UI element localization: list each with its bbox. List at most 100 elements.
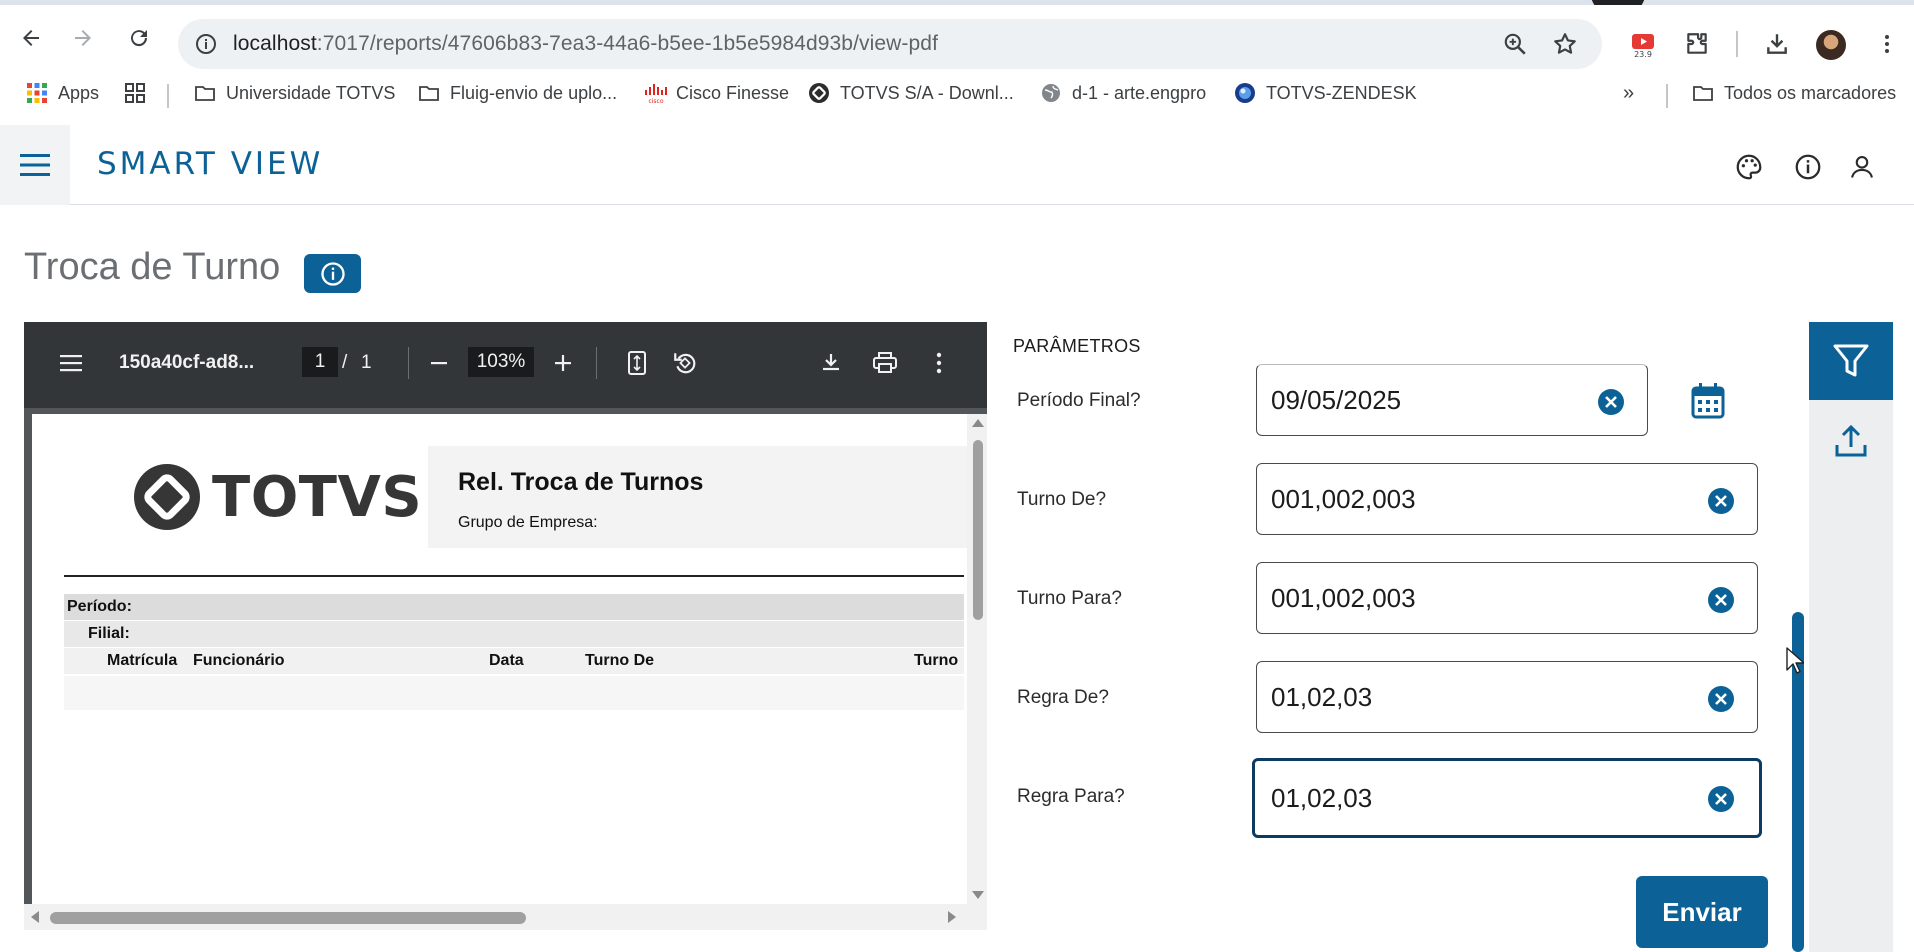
bookmark-universidade[interactable]: Universidade TOTVS xyxy=(194,82,395,104)
periodo-final-field[interactable]: 09/05/2025 xyxy=(1256,364,1648,436)
report-subtitle: Grupo de Empresa: xyxy=(458,514,598,531)
bookmark-apps[interactable]: Apps xyxy=(26,82,99,104)
browser-toolbar: localhost:7017/reports/47606b83-7ea3-44a… xyxy=(0,5,1914,73)
reload-icon[interactable] xyxy=(124,23,154,53)
clear-icon[interactable] xyxy=(1597,388,1625,416)
turno-para-label: Turno Para? xyxy=(1017,588,1122,609)
apps-grid-icon xyxy=(26,82,48,104)
calendar-icon[interactable] xyxy=(1690,382,1726,420)
profile-avatar[interactable] xyxy=(1816,30,1846,60)
tab-groups-icon xyxy=(124,82,146,104)
user-profile-icon[interactable] xyxy=(1846,151,1878,183)
bookmark-label: Universidade TOTVS xyxy=(226,82,396,103)
regra-de-label: Regra De? xyxy=(1017,687,1109,708)
action-rail xyxy=(1809,322,1893,952)
regra-de-field[interactable]: 01,02,03 xyxy=(1256,661,1758,733)
clear-icon[interactable] xyxy=(1707,685,1735,713)
turno-para-field[interactable]: 001,002,003 xyxy=(1256,562,1758,634)
pdf-toolbar-divider xyxy=(596,347,597,379)
bookmark-star-icon[interactable] xyxy=(1552,31,1578,57)
submit-button[interactable]: Enviar xyxy=(1636,876,1768,948)
upload-icon xyxy=(1835,424,1867,457)
url-host: localhost xyxy=(233,32,317,55)
site-info-icon[interactable] xyxy=(194,32,218,56)
clear-icon[interactable] xyxy=(1707,785,1735,813)
pdf-more-icon[interactable] xyxy=(926,350,952,376)
bookmark-label: TOTVS-ZENDESK xyxy=(1266,82,1417,103)
url-text[interactable]: localhost:7017/reports/47606b83-7ea3-44a… xyxy=(233,32,938,56)
report-info-button[interactable] xyxy=(304,254,361,293)
app-brand: SMART VIEW xyxy=(97,146,324,182)
totvs-logo-icon xyxy=(134,464,200,530)
folder-icon xyxy=(1692,82,1714,104)
bookmark-label: d-1 - arte.engpro xyxy=(1072,82,1207,103)
bookmark-fluig[interactable]: Fluig-envio de uplo... xyxy=(418,82,617,104)
hamburger-icon xyxy=(20,154,50,176)
extension-recorder-icon[interactable]: 23.9 xyxy=(1628,29,1658,59)
scroll-left-arrow-icon[interactable] xyxy=(30,910,40,924)
turno-de-label: Turno De? xyxy=(1017,489,1107,510)
forward-icon[interactable] xyxy=(68,23,98,53)
pdf-vertical-scrollbar[interactable] xyxy=(967,414,987,904)
periodo-label: Período: xyxy=(67,598,132,615)
about-info-icon[interactable] xyxy=(1792,151,1824,183)
regra-para-field[interactable]: 01,02,03 xyxy=(1252,758,1762,838)
pdf-menu-icon[interactable] xyxy=(58,350,84,376)
bookmark-cisco[interactable]: cisco Cisco Finesse xyxy=(644,82,790,105)
folder-icon xyxy=(418,82,440,104)
pdf-file-name: 150a40cf-ad8... xyxy=(119,352,255,373)
column-header: Turno xyxy=(914,652,959,669)
bookmark-label: Apps xyxy=(58,82,100,103)
column-header: Matrícula xyxy=(107,652,178,669)
export-button[interactable] xyxy=(1809,406,1893,476)
downloads-icon[interactable] xyxy=(1762,29,1792,59)
scroll-right-arrow-icon[interactable] xyxy=(947,910,957,924)
pdf-horizontal-scrollbar[interactable] xyxy=(24,904,987,930)
browser-menu-icon[interactable] xyxy=(1872,29,1902,59)
menu-toggle-button[interactable] xyxy=(0,125,70,205)
pdf-print-icon[interactable] xyxy=(872,350,898,376)
periodo-final-label: Período Final? xyxy=(1017,390,1141,411)
pdf-page: TOTVS Rel. Troca de Turnos Grupo de Empr… xyxy=(32,414,987,904)
column-header: Data xyxy=(489,652,524,669)
zoom-icon[interactable] xyxy=(1502,31,1528,57)
empty-data-row xyxy=(64,676,964,710)
zoom-out-icon[interactable] xyxy=(426,350,452,376)
bookmark-d1[interactable]: d-1 - arte.engpro xyxy=(1040,82,1206,104)
back-icon[interactable] xyxy=(16,23,46,53)
scroll-down-arrow-icon[interactable] xyxy=(971,890,985,900)
bookmark-zendesk[interactable]: TOTVS-ZENDESK xyxy=(1234,82,1417,104)
zendesk-icon xyxy=(1234,82,1256,104)
address-bar[interactable]: localhost:7017/reports/47606b83-7ea3-44a… xyxy=(178,19,1602,69)
mouse-cursor-icon xyxy=(1786,647,1804,674)
clear-icon[interactable] xyxy=(1707,487,1735,515)
filial-row: Filial: xyxy=(64,621,964,647)
bookmarks-overflow-button[interactable]: » xyxy=(1623,82,1634,105)
bookmark-label: Cisco Finesse xyxy=(676,82,790,103)
pdf-document-area[interactable]: TOTVS Rel. Troca de Turnos Grupo de Empr… xyxy=(24,408,987,930)
clear-icon[interactable] xyxy=(1707,586,1735,614)
pdf-toolbar-divider xyxy=(408,347,409,379)
zoom-in-icon[interactable] xyxy=(550,350,576,376)
filter-button[interactable] xyxy=(1809,322,1893,400)
turno-de-field[interactable]: 001,002,003 xyxy=(1256,463,1758,535)
bookmarks-divider xyxy=(167,84,169,108)
pdf-zoom-input[interactable]: 103% xyxy=(468,347,534,377)
rotate-icon[interactable] xyxy=(672,350,698,376)
fit-page-icon[interactable] xyxy=(624,350,650,376)
bookmarks-divider xyxy=(1666,84,1668,108)
pdf-download-icon[interactable] xyxy=(818,350,844,376)
pdf-vertical-scroll-thumb[interactable] xyxy=(973,440,983,620)
extensions-puzzle-icon[interactable] xyxy=(1682,29,1712,59)
globe-icon xyxy=(1040,82,1062,104)
bookmark-totvs-download[interactable]: TOTVS S/A - Downl... xyxy=(808,82,1014,104)
bookmark-all[interactable]: Todos os marcadores xyxy=(1692,82,1896,104)
info-icon xyxy=(320,261,345,286)
pdf-toolbar: 150a40cf-ad8... 1 / 1 103% xyxy=(24,322,987,408)
theme-palette-icon[interactable] xyxy=(1733,151,1765,183)
extension-badge: 23.9 xyxy=(1634,50,1652,58)
pdf-page-input[interactable]: 1 xyxy=(302,347,338,377)
bookmark-tab-groups[interactable] xyxy=(124,82,146,104)
scroll-up-arrow-icon[interactable] xyxy=(971,418,985,428)
pdf-horizontal-scroll-thumb[interactable] xyxy=(50,912,526,924)
